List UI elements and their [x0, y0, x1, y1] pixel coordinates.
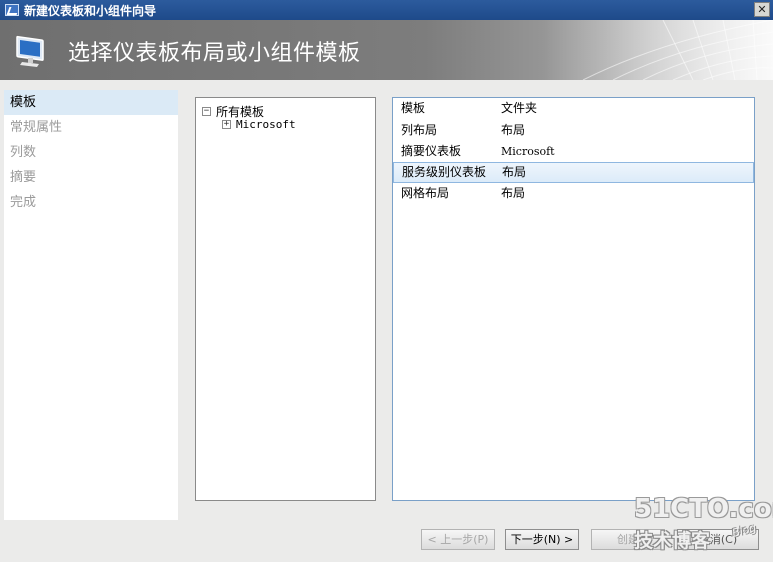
cell-folder: Microsoft: [501, 145, 555, 158]
cell-folder: 布局: [501, 186, 526, 200]
collapse-icon[interactable]: −: [202, 107, 211, 116]
title-bar: 新建仪表板和小组件向导 ✕: [0, 0, 773, 20]
watermark: 51CTO.com 技术博客 Blog: [600, 494, 773, 554]
banner-title: 选择仪表板布局或小组件模板: [68, 41, 361, 66]
tree-node-microsoft[interactable]: + Microsoft: [222, 118, 296, 131]
column-header-template[interactable]: 模板: [393, 98, 493, 119]
app-icon: [5, 4, 19, 16]
template-list[interactable]: 模板 文件夹 列布局 布局 摘要仪表板 Microsoft 服务级别仪表板 布局…: [392, 97, 755, 501]
list-row-selected[interactable]: 服务级别仪表板 布局: [393, 162, 754, 183]
watermark-sub: 技术博客: [634, 530, 711, 552]
cell-folder: 布局: [501, 123, 526, 137]
step-summary[interactable]: 摘要: [4, 165, 178, 190]
step-columns[interactable]: 列数: [4, 140, 178, 165]
step-template[interactable]: 模板: [4, 90, 178, 115]
expand-icon[interactable]: +: [222, 120, 231, 129]
banner-decoration: [543, 20, 773, 80]
list-row[interactable]: 摘要仪表板 Microsoft: [393, 141, 754, 162]
cell-template: 列布局: [401, 123, 438, 137]
wizard-banner: 选择仪表板布局或小组件模板: [0, 20, 773, 80]
column-header-folder[interactable]: 文件夹: [493, 98, 733, 119]
window-title: 新建仪表板和小组件向导: [24, 3, 157, 18]
step-complete[interactable]: 完成: [4, 190, 178, 215]
cell-template: 服务级别仪表板: [402, 165, 487, 179]
list-row[interactable]: 网格布局 布局: [393, 183, 754, 204]
close-button[interactable]: ✕: [754, 2, 770, 17]
next-button[interactable]: 下一步(N) >: [505, 529, 579, 550]
list-header: 模板 文件夹: [393, 98, 754, 119]
cell-folder: 布局: [502, 165, 527, 179]
wizard-steps: 模板 常规属性 列数 摘要 完成: [4, 90, 178, 520]
previous-button[interactable]: < 上一步(P): [421, 529, 495, 550]
template-tree[interactable]: − 所有模板 + Microsoft: [195, 97, 376, 501]
tree-node-label[interactable]: Microsoft: [236, 118, 296, 131]
step-general-properties[interactable]: 常规属性: [4, 115, 178, 140]
monitor-icon: [16, 35, 44, 67]
list-row[interactable]: 列布局 布局: [393, 120, 754, 141]
wizard-window: 新建仪表板和小组件向导 ✕ 选择仪表板布局或小组件模板 模板 常规属性 列数 摘…: [0, 0, 773, 562]
cell-template: 摘要仪表板: [401, 144, 462, 158]
cell-template: 网格布局: [401, 186, 450, 200]
watermark-main: 51CTO.com: [634, 494, 773, 524]
